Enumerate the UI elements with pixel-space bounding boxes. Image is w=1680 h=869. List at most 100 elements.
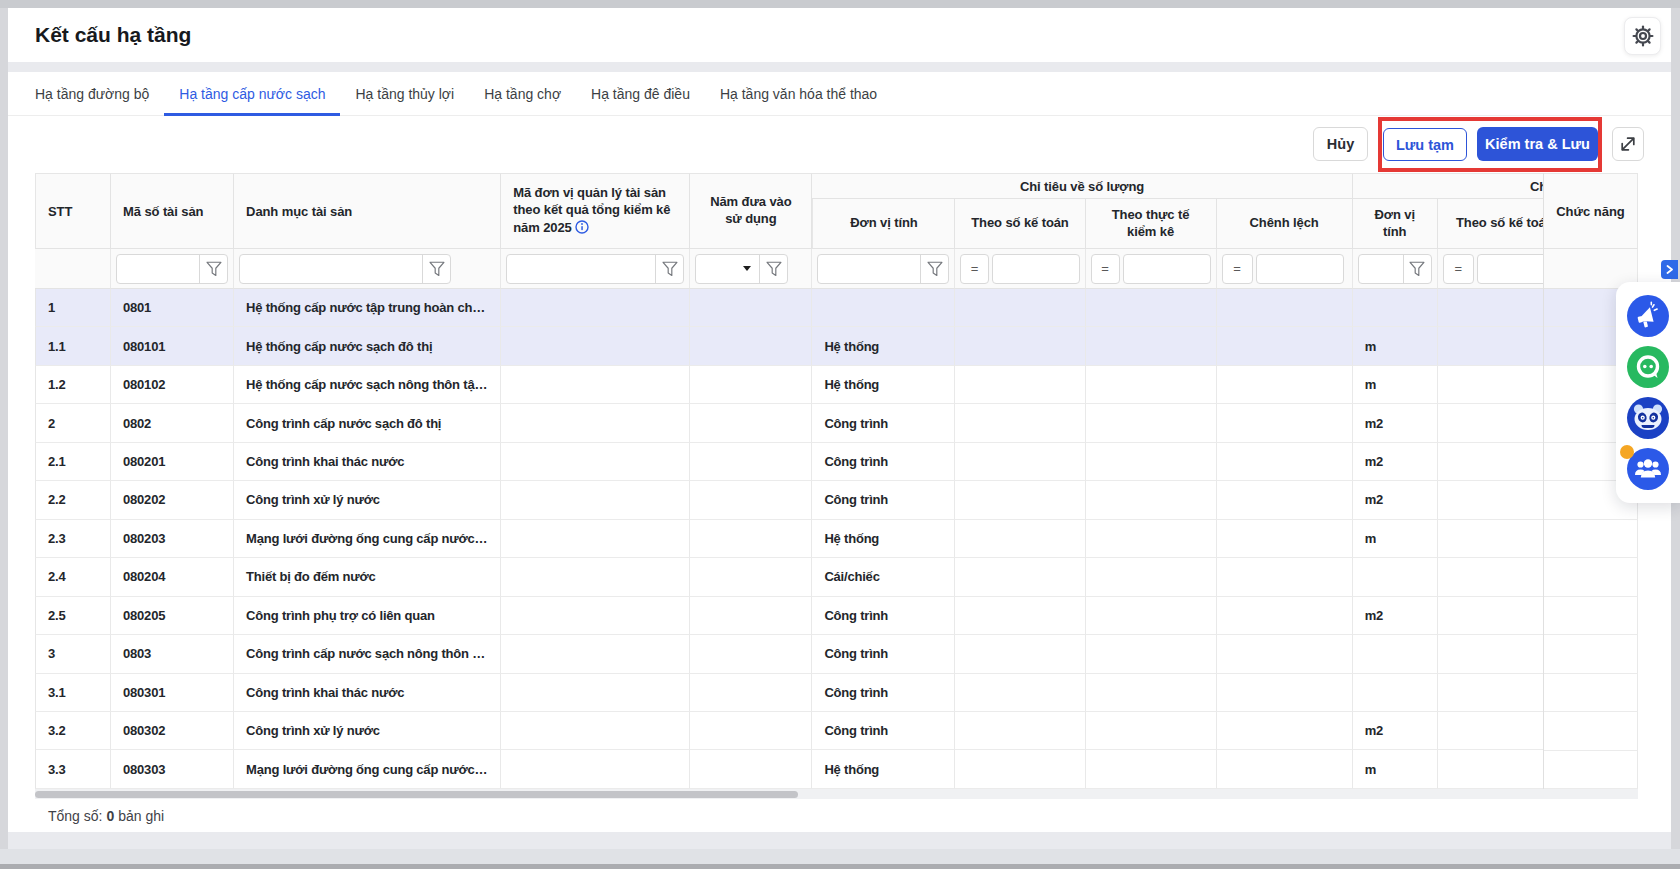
table-row[interactable]: 3 0803 Công trình cấp nước sạch nông thô… [35,635,1543,673]
year-filter-funnel-icon[interactable] [760,255,787,283]
horizontal-scrollbar-thumb[interactable] [35,791,798,798]
name-filter-funnel-icon[interactable] [423,255,450,283]
cell-year [690,443,812,481]
name-filter-input[interactable] [240,255,422,283]
by-accounting2-filter-input[interactable] [1477,254,1543,284]
collapse-panel-button[interactable] [1661,260,1678,279]
table-row[interactable]: 3.1 080301 Công trình khai thác nước Côn… [35,674,1543,712]
table-row[interactable]: 3.3 080303 Mạng lưới đường ống cung cấp … [35,750,1543,788]
community-widget-button[interactable] [1627,448,1669,490]
cell-by-actual [1086,404,1217,442]
chat-widget-button[interactable] [1627,346,1669,388]
save-draft-button[interactable]: Lưu tạm [1383,128,1467,161]
table-row[interactable]: 2.5 080205 Công trình phụ trợ có liên qu… [35,597,1543,635]
table-row[interactable]: 2.2 080202 Công trình xử lý nước Công tr… [35,481,1543,519]
code-filter-funnel-icon[interactable] [200,255,227,283]
fullscreen-button[interactable] [1612,127,1644,161]
cell-by-accounting [955,750,1085,788]
tab-4[interactable]: Hạ tầng chợ [469,72,576,115]
table-row[interactable]: 3.2 080302 Công trình xử lý nước Công tr… [35,712,1543,750]
code-filter-input[interactable] [117,255,199,283]
table-row[interactable]: 1.2 080102 Hệ thống cấp nước sạch nông t… [35,366,1543,404]
cell-by-actual [1086,327,1217,365]
tab-5[interactable]: Hạ tầng đê điều [576,72,705,115]
cell-by-actual [1086,750,1217,788]
cell-org [501,635,690,673]
col-header-difference[interactable]: Chênh lệch [1217,199,1353,249]
cell-by-accounting [955,674,1085,712]
table-row[interactable]: 2 0802 Công trình cấp nước sạch đô thị C… [35,404,1543,442]
by-actual-filter-input[interactable] [1123,254,1211,284]
filter-cell-stt [35,249,111,289]
horizontal-scrollbar [35,789,1638,799]
cell-by-accounting [955,520,1085,558]
cell-by-accounting2 [1438,712,1543,750]
tab-6[interactable]: Hạ tầng văn hóa thể thao [705,72,892,115]
difference-filter-input[interactable] [1256,254,1344,284]
table-row[interactable]: 2.3 080203 Mạng lưới đường ống cung cấp … [35,520,1543,558]
unit2-filter-input[interactable] [1359,255,1403,283]
check-and-save-button[interactable]: Kiểm tra & Lưu [1477,127,1598,161]
tab-3[interactable]: Hạ tầng thủy lợi [340,72,469,115]
cell-unit2: m2 [1353,404,1438,442]
assistant-widget-button[interactable] [1627,397,1669,439]
cell-unit2 [1353,635,1438,673]
cell-by-accounting [955,635,1085,673]
cell-function [1544,751,1638,789]
equals-operator[interactable]: = [1091,254,1120,284]
org-filter-input[interactable] [507,255,655,283]
cell-org [501,289,690,327]
col-header-unit[interactable]: Đơn vị tính [812,199,955,249]
cell-by-accounting2 [1438,443,1543,481]
year-filter-select[interactable] [696,255,743,283]
equals-operator[interactable]: = [1443,254,1474,284]
cell-by-accounting2 [1438,366,1543,404]
col-header-by-actual[interactable]: Theo thực tế kiểm kê [1086,199,1217,249]
unit-filter-funnel-icon[interactable] [921,255,948,283]
cell-by-accounting [955,481,1085,519]
cell-unit [812,289,955,327]
tab-2[interactable]: Hạ tầng cấp nước sạch [164,72,340,115]
org-filter-funnel-icon[interactable] [656,255,683,283]
col-header-unit2[interactable]: Đơn vị tính [1353,199,1438,249]
cell-unit2: m [1353,750,1438,788]
settings-button[interactable] [1624,17,1661,55]
col-header-by-accounting2[interactable]: Theo số kế toán [1438,199,1543,249]
cell-unit2 [1353,674,1438,712]
col-header-stt[interactable]: STT [35,173,111,249]
col-header-name[interactable]: Danh mục tài sản [234,173,501,249]
cell-org [501,404,690,442]
table-row[interactable]: 2.1 080201 Công trình khai thác nước Côn… [35,443,1543,481]
announcement-widget-button[interactable] [1627,295,1669,337]
cell-code: 080302 [111,712,234,750]
table-row[interactable]: 2.4 080204 Thiết bị đo đếm nước Cái/chiế… [35,558,1543,596]
equals-operator[interactable]: = [960,254,988,284]
tab-1[interactable]: Hạ tầng đường bộ [20,72,164,115]
unit-filter-input[interactable] [818,255,920,283]
megaphone-icon [1627,295,1669,337]
cell-year [690,366,812,404]
cell-difference [1217,404,1353,442]
equals-operator[interactable]: = [1222,254,1253,284]
cancel-button[interactable]: Hủy [1313,127,1368,161]
cell-year [690,750,812,788]
cell-name: Công trình phụ trợ có liên quan [234,597,501,635]
cell-unit2: m2 [1353,443,1438,481]
unit2-filter-funnel-icon[interactable] [1404,255,1431,283]
cell-stt: 1.2 [35,366,111,404]
col-header-org[interactable]: Mã đơn vị quản lý tài sản theo kết quả t… [501,173,690,249]
cell-name: Thiết bị đo đếm nước [234,558,501,596]
col-header-code[interactable]: Mã số tài sản [111,173,234,249]
cell-by-accounting [955,366,1085,404]
total-label: Tổng số: [35,808,102,824]
table-row[interactable]: 1.1 080101 Hệ thống cấp nước sạch đô thị… [35,327,1543,365]
col-header-by-accounting[interactable]: Theo số kế toán [955,199,1085,249]
info-icon[interactable] [575,220,589,239]
cell-by-actual [1086,558,1217,596]
table-row[interactable]: 1 0801 Hệ thống cấp nước tập trung hoàn … [35,289,1543,327]
by-accounting-filter-input[interactable] [992,254,1080,284]
col-header-year[interactable]: Năm đưa vào sử dụng [690,173,812,249]
panda-bot-icon [1627,397,1669,439]
filter-cell-unit [812,249,955,289]
col-header-function[interactable]: Chức năng [1544,173,1638,249]
